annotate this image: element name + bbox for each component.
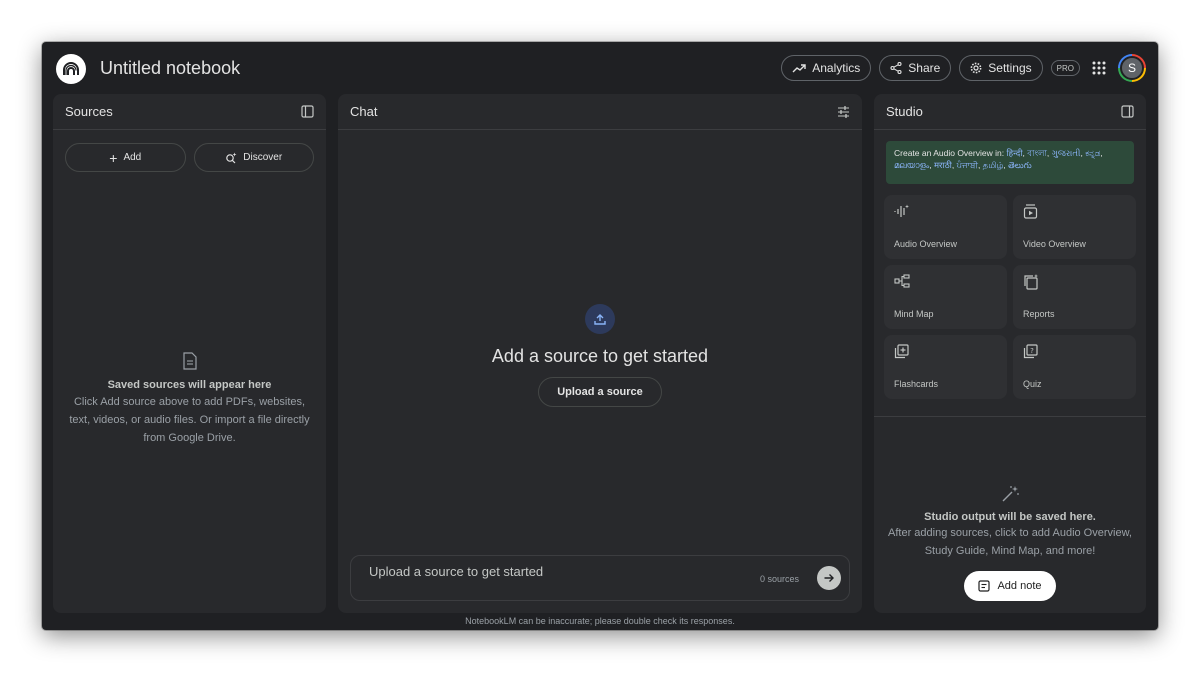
settings-label: Settings [988, 61, 1032, 75]
mind-map-icon [894, 274, 910, 288]
share-icon [890, 62, 902, 74]
analytics-label: Analytics [812, 61, 861, 75]
avatar[interactable]: S [1118, 54, 1146, 82]
quiz-icon: ? [1023, 344, 1038, 359]
collapse-panel-icon[interactable] [301, 105, 314, 118]
tile-label: Audio Overview [894, 239, 958, 249]
tile-label: Flashcards [894, 379, 939, 389]
plus-icon: + [109, 149, 118, 166]
language-link[interactable]: বাংলা [1027, 148, 1047, 158]
document-icon [182, 352, 197, 370]
tile-label: Video Overview [1023, 239, 1086, 249]
collapse-panel-icon[interactable] [1121, 105, 1134, 118]
arrow-right-icon [824, 574, 834, 582]
audio-overview-languages-banner[interactable]: Create an Audio Overview in: हिन्दी, বাং… [886, 141, 1134, 184]
note-icon [978, 580, 991, 592]
language-link[interactable]: ಕನ್ನಡ [1085, 148, 1100, 158]
upload-source-button[interactable]: Upload a source [538, 377, 662, 407]
studio-panel: Studio Create an Audio Overview in: हिन्… [874, 94, 1146, 613]
language-link[interactable]: தமிழ் [983, 160, 1004, 170]
studio-empty-title: Studio output will be saved here. [924, 511, 1096, 523]
chat-title: Chat [350, 104, 378, 119]
disclaimer-footer: NotebookLM can be inaccurate; please dou… [465, 616, 735, 626]
flashcards-icon [894, 344, 909, 359]
notebooklm-logo[interactable] [56, 54, 86, 84]
source-count: 0 sources [759, 574, 799, 584]
language-link[interactable]: മലയാളം [894, 160, 929, 170]
analytics-button[interactable]: Analytics [781, 55, 872, 81]
share-label: Share [908, 61, 941, 75]
studio-title: Studio [886, 104, 923, 119]
discover-button[interactable]: Discover [193, 143, 314, 172]
app-window: Untitled notebook Analytics Share Settin… [42, 42, 1158, 630]
tile-label: Quiz [1023, 379, 1042, 389]
add-source-button[interactable]: + Add [65, 143, 186, 172]
share-button[interactable]: Share [879, 55, 952, 81]
chat-heading: Add a source to get started [491, 346, 709, 366]
upload-icon [585, 304, 615, 334]
sources-panel: Sources + Add Discover Saved sources wil… [53, 94, 326, 613]
avatar-initial: S [1120, 56, 1144, 80]
sources-empty-description: Click Add source above to add PDFs, webs… [69, 396, 310, 444]
apps-grid-icon[interactable] [1088, 57, 1110, 79]
add-note-label: Add note [997, 580, 1042, 592]
notebook-title[interactable]: Untitled notebook [100, 58, 240, 79]
discover-label: Discover [243, 152, 283, 163]
studio-tile-reports[interactable]: Reports [1013, 265, 1136, 329]
video-icon [1023, 204, 1038, 219]
language-link[interactable]: ਪੰਜਾਬੀ [957, 160, 978, 170]
tile-label: Mind Map [894, 309, 934, 319]
reports-icon [1024, 274, 1038, 290]
chat-input-placeholder: Upload a source to get started [369, 564, 544, 579]
language-link[interactable]: తెలుగు [1008, 160, 1031, 170]
discover-search-icon [226, 152, 237, 163]
studio-tile-flashcards[interactable]: Flashcards [884, 335, 1007, 399]
magic-wand-icon [1002, 486, 1019, 502]
tune-icon[interactable] [837, 105, 850, 118]
sources-title: Sources [65, 104, 113, 119]
trending-up-icon [792, 64, 806, 73]
sources-empty-title: Saved sources will appear here [107, 379, 272, 391]
studio-divider [874, 416, 1146, 417]
settings-button[interactable]: Settings [959, 55, 1043, 81]
studio-tile-video-overview[interactable]: Video Overview [1013, 195, 1136, 259]
studio-empty-description: After adding sources, click to add Audio… [888, 527, 1132, 557]
language-link[interactable]: ગુજરાતી [1052, 148, 1081, 158]
gear-icon [970, 62, 982, 74]
chat-input[interactable]: Upload a source to get started 0 sources [350, 555, 850, 601]
overview-prefix: Create an Audio Overview in: [894, 148, 1005, 158]
audio-wave-icon [894, 204, 909, 217]
send-button[interactable] [817, 566, 841, 590]
top-bar: Untitled notebook Analytics Share Settin… [42, 42, 1158, 94]
studio-tile-mind-map[interactable]: Mind Map [884, 265, 1007, 329]
studio-tile-quiz[interactable]: ? Quiz [1013, 335, 1136, 399]
add-label: Add [123, 152, 142, 163]
add-note-button[interactable]: Add note [964, 571, 1056, 601]
language-link[interactable]: हिन्दी [1006, 148, 1022, 158]
chat-panel: Chat Add a source to get started Upload … [338, 94, 862, 613]
pro-badge: PRO [1050, 60, 1080, 76]
language-link[interactable]: मराठी [934, 160, 952, 170]
svg-text:?: ? [1030, 347, 1034, 355]
studio-tile-audio-overview[interactable]: Audio Overview [884, 195, 1007, 259]
tile-label: Reports [1023, 309, 1055, 319]
